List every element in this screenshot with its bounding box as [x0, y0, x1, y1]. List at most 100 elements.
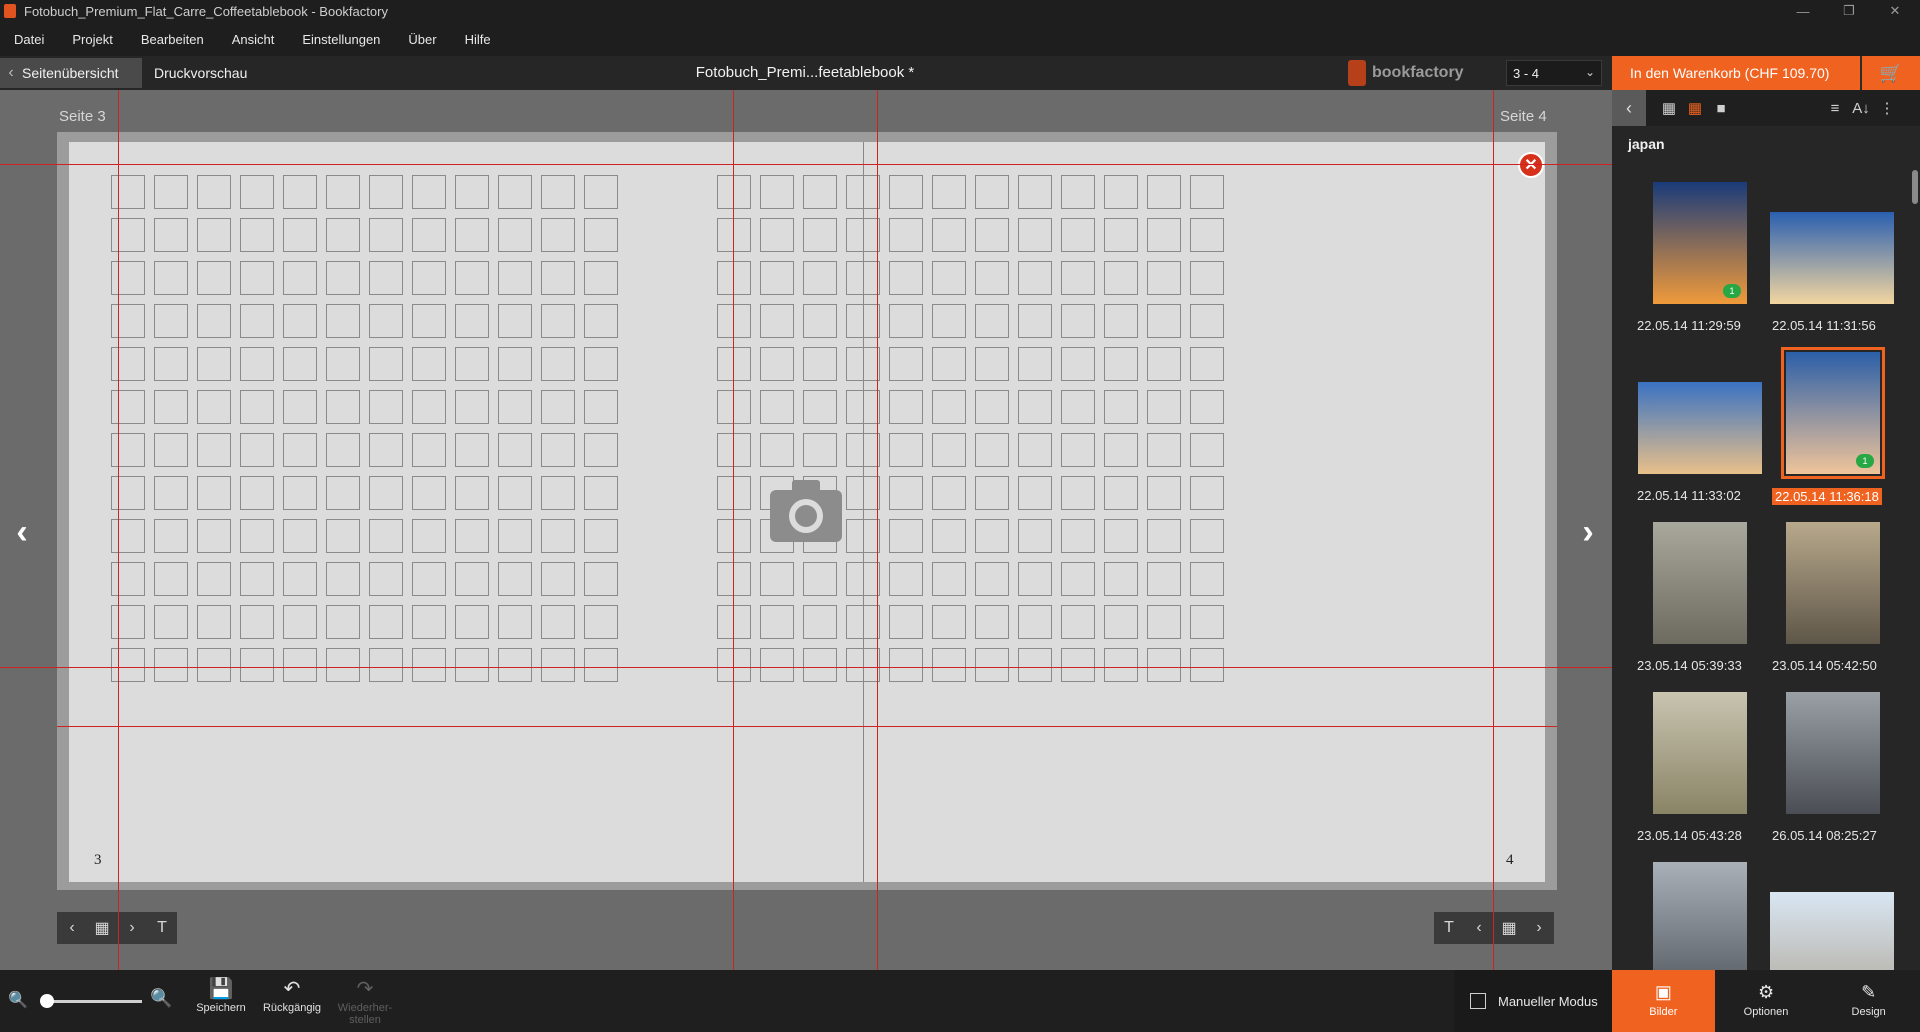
photo-placeholder-cell[interactable] — [889, 519, 923, 553]
photo-placeholder-cell[interactable] — [1147, 476, 1181, 510]
photo-placeholder-cell[interactable] — [975, 175, 1009, 209]
photo-placeholder-cell[interactable] — [111, 175, 145, 209]
medium-grid-icon[interactable]: ▦ — [1682, 99, 1708, 117]
photo-placeholder-cell[interactable] — [412, 218, 446, 252]
photo-placeholder-cell[interactable] — [584, 175, 618, 209]
photo-placeholder-cell[interactable] — [1190, 261, 1224, 295]
photo-placeholder-cell[interactable] — [1190, 519, 1224, 553]
photo-placeholder-cell[interactable] — [889, 304, 923, 338]
photo-placeholder-cell[interactable] — [111, 304, 145, 338]
photo-placeholder-cell[interactable] — [326, 175, 360, 209]
photo-placeholder-cell[interactable] — [584, 261, 618, 295]
photo-placeholder-cell[interactable] — [197, 433, 231, 467]
manual-mode-checkbox[interactable] — [1470, 993, 1486, 1009]
photo-placeholder-cell[interactable] — [154, 175, 188, 209]
photo-placeholder-cell[interactable] — [498, 175, 532, 209]
photo-placeholder-cell[interactable] — [369, 218, 403, 252]
photo-placeholder-cell[interactable] — [111, 648, 145, 682]
photo-placeholder-cell[interactable] — [283, 390, 317, 424]
menu-ueber[interactable]: Über — [394, 32, 450, 47]
photo-placeholder-cell[interactable] — [1018, 605, 1052, 639]
photo-placeholder-cell[interactable] — [455, 433, 489, 467]
photo-placeholder-cell[interactable] — [498, 261, 532, 295]
photo-placeholder-cell[interactable] — [498, 605, 532, 639]
photo-placeholder-cell[interactable] — [932, 562, 966, 596]
photo-placeholder-cell[interactable] — [283, 218, 317, 252]
photo-placeholder-cell[interactable] — [326, 261, 360, 295]
photo-placeholder-cell[interactable] — [412, 304, 446, 338]
photo-placeholder-cell[interactable] — [1018, 304, 1052, 338]
photo-placeholder-cell[interactable] — [197, 605, 231, 639]
photo-placeholder-cell[interactable] — [1061, 476, 1095, 510]
photo-placeholder-cell[interactable] — [932, 433, 966, 467]
photo-thumbnail-image[interactable] — [1653, 862, 1747, 970]
cart-icon[interactable]: 🛒 — [1862, 56, 1920, 90]
photo-placeholder-cell[interactable] — [240, 347, 274, 381]
photo-placeholder-cell[interactable] — [584, 648, 618, 682]
photo-placeholder-cell[interactable] — [717, 605, 751, 639]
photo-placeholder-cell[interactable] — [889, 476, 923, 510]
photo-placeholder-cell[interactable] — [541, 562, 575, 596]
photo-placeholder-cell[interactable] — [541, 433, 575, 467]
photo-placeholder-cell[interactable] — [975, 605, 1009, 639]
photo-placeholder-cell[interactable] — [197, 175, 231, 209]
photo-placeholder-cell[interactable] — [975, 218, 1009, 252]
photo-placeholder-cell[interactable] — [975, 433, 1009, 467]
photo-placeholder-cell[interactable] — [1104, 648, 1138, 682]
photo-placeholder-cell[interactable] — [326, 390, 360, 424]
photo-placeholder-cell[interactable] — [154, 519, 188, 553]
photo-placeholder-cell[interactable] — [455, 648, 489, 682]
photo-placeholder-cell[interactable] — [412, 519, 446, 553]
photo-placeholder-cell[interactable] — [889, 390, 923, 424]
photo-placeholder-cell[interactable] — [412, 476, 446, 510]
photo-placeholder-cell[interactable] — [197, 304, 231, 338]
photo-placeholder-cell[interactable] — [197, 390, 231, 424]
filter-icon[interactable]: ≡ — [1822, 100, 1848, 117]
photo-placeholder-cell[interactable] — [498, 304, 532, 338]
photo-placeholder-cell[interactable] — [975, 347, 1009, 381]
photo-thumbnail-image[interactable] — [1770, 212, 1894, 304]
photo-placeholder-cell[interactable] — [498, 218, 532, 252]
photo-placeholder-cell[interactable] — [1190, 390, 1224, 424]
photo-placeholder-cell[interactable] — [455, 261, 489, 295]
photo-placeholder-cell[interactable] — [717, 261, 751, 295]
photo-placeholder-cell[interactable] — [1061, 390, 1095, 424]
photo-placeholder-cell[interactable] — [803, 605, 837, 639]
photo-placeholder-cell[interactable] — [283, 605, 317, 639]
photo-placeholder-cell[interactable] — [1147, 261, 1181, 295]
photo-placeholder-cell[interactable] — [412, 347, 446, 381]
photo-placeholder-cell[interactable] — [932, 175, 966, 209]
photo-placeholder-cell[interactable] — [1190, 648, 1224, 682]
photo-placeholder-cell[interactable] — [1147, 390, 1181, 424]
photo-placeholder-cell[interactable] — [498, 390, 532, 424]
previous-spread-icon[interactable]: ‹ — [4, 510, 40, 554]
photo-placeholder-cell[interactable] — [283, 304, 317, 338]
photo-placeholder-cell[interactable] — [197, 261, 231, 295]
photo-placeholder-cell[interactable] — [111, 347, 145, 381]
photo-placeholder-cell[interactable] — [932, 347, 966, 381]
photo-placeholder-cell[interactable] — [498, 562, 532, 596]
photo-placeholder-cell[interactable] — [455, 304, 489, 338]
photo-placeholder-cell[interactable] — [455, 562, 489, 596]
photo-placeholder-cell[interactable] — [154, 648, 188, 682]
photo-thumbnail-image[interactable] — [1653, 522, 1747, 644]
photo-placeholder-cell[interactable] — [1018, 562, 1052, 596]
photo-placeholder-cell[interactable] — [283, 562, 317, 596]
photo-placeholder-cell[interactable] — [1190, 433, 1224, 467]
photo-placeholder-cell[interactable] — [154, 218, 188, 252]
photo-placeholder-cell[interactable] — [1061, 218, 1095, 252]
photo-placeholder-cell[interactable] — [197, 519, 231, 553]
photo-placeholder-cell[interactable] — [369, 648, 403, 682]
photo-placeholder-cell[interactable] — [1061, 648, 1095, 682]
photo-placeholder-cell[interactable] — [932, 218, 966, 252]
menu-einstellungen[interactable]: Einstellungen — [288, 32, 394, 47]
photo-placeholder-cell[interactable] — [197, 476, 231, 510]
photo-placeholder-cell[interactable] — [1104, 175, 1138, 209]
photo-placeholder-cell[interactable] — [412, 605, 446, 639]
photo-placeholder-cell[interactable] — [1104, 218, 1138, 252]
menu-ansicht[interactable]: Ansicht — [218, 32, 289, 47]
photo-placeholder-cell[interactable] — [240, 304, 274, 338]
photo-placeholder-cell[interactable] — [1104, 390, 1138, 424]
photo-placeholder-cell[interactable] — [760, 175, 794, 209]
photo-placeholder-cell[interactable] — [369, 261, 403, 295]
